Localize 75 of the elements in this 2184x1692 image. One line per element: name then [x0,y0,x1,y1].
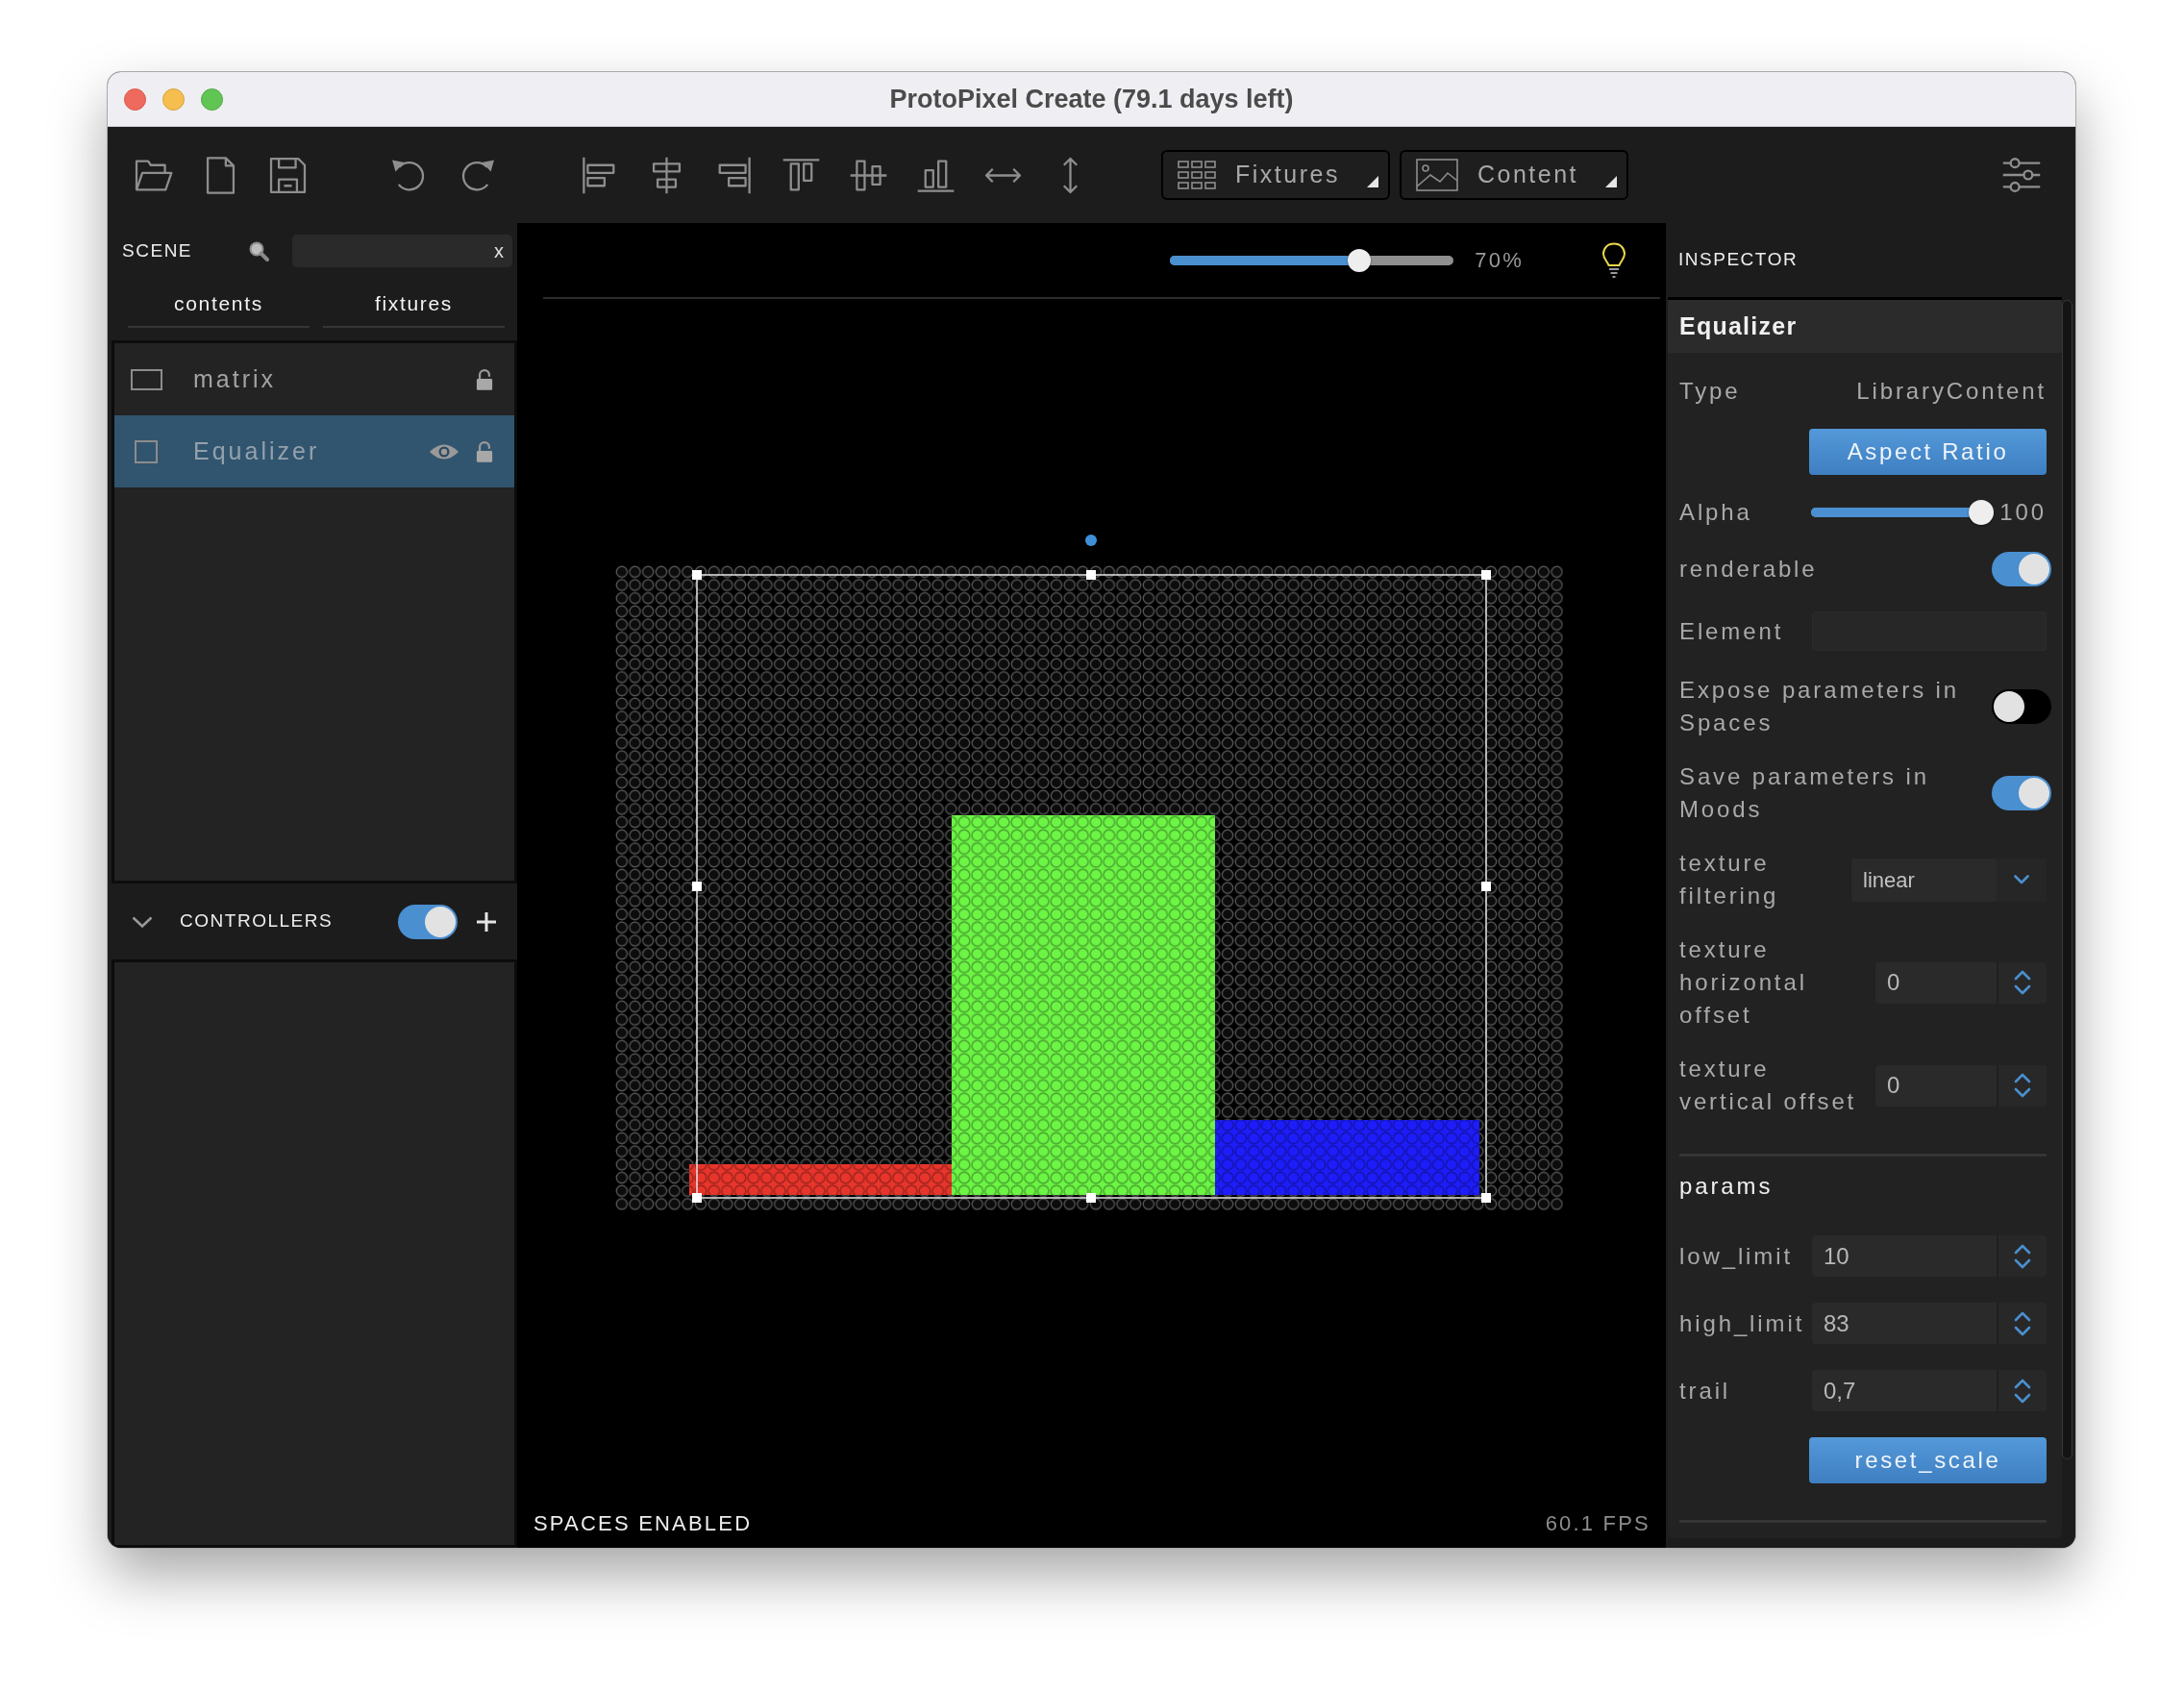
square-icon [135,439,158,463]
up-down-chevron-icon[interactable] [2014,1378,2031,1404]
property-label: texture horizontal offset [1679,935,1808,1030]
layer-name: matrix [193,363,277,394]
image-icon [1416,159,1458,191]
property-label: low_limit [1679,1241,1794,1271]
grid-icon [1178,161,1216,189]
slider-value: 100 [1999,498,2047,527]
number-field[interactable]: 0,7 [1812,1370,2047,1411]
property-label: Element [1679,616,1785,646]
panel-title: SCENE [122,238,193,262]
search-icon [248,240,270,261]
toggle-switch[interactable] [1992,776,2051,810]
number-field[interactable]: 0 [1875,961,2047,1004]
layer-row[interactable]: matrix [114,343,514,415]
toggle-switch[interactable] [1992,552,2051,586]
fps-counter: 60.1 FPS [1545,1509,1650,1537]
property-label: texture vertical offset [1679,1055,1858,1116]
property-label: trail [1679,1376,1732,1406]
number-field[interactable]: 83 [1812,1303,2047,1344]
property-label: Alpha [1679,498,1753,527]
resize-handle[interactable] [1086,570,1096,580]
section-title: CONTROLLERS [180,909,334,933]
number-field[interactable]: 0 [1875,1064,2047,1107]
up-down-chevron-icon[interactable] [2014,1073,2031,1098]
chevron-down-icon[interactable] [132,915,153,928]
toggle-switch[interactable] [398,904,458,939]
property-label: Save parameters in Moods [1679,762,1930,824]
rotation-handle[interactable] [1085,535,1097,546]
section-title: params [1679,1172,1774,1201]
property-label: Expose parameters in Spaces [1679,676,1961,737]
up-down-chevron-icon[interactable] [2014,1310,2031,1336]
dropdown-button[interactable]: Content [1400,150,1628,200]
zoom-slider[interactable] [1170,248,1454,272]
lightbulb-icon[interactable] [1601,241,1626,279]
close-button[interactable] [124,87,146,111]
rectangle-icon [130,368,162,390]
window-title: ProtoPixel Create (79.1 days left) [889,83,1294,115]
resize-handle[interactable] [1481,570,1491,580]
resize-handle[interactable] [1481,1193,1491,1203]
dropdown-button[interactable]: Fixtures [1161,150,1390,200]
panel-title: INSPECTOR [1678,248,1799,272]
search-field[interactable]: x [292,235,513,267]
object-title: Equalizer [1679,311,1798,341]
corner-triangle-icon [1367,176,1378,187]
toggle-switch[interactable] [1992,689,2051,724]
plus-icon[interactable] [477,911,496,932]
tab[interactable]: fixtures [323,281,505,328]
dropdown[interactable]: linear [1851,858,2047,902]
layer-name: Equalizer [193,435,320,466]
scrollbar-thumb[interactable] [2062,300,2072,1459]
chevron-down-icon[interactable] [2014,875,2029,884]
property-label: Type [1679,377,1741,406]
tab[interactable]: contents [128,281,310,328]
number-field[interactable]: 10 [1812,1235,2047,1277]
up-down-chevron-icon[interactable] [2014,970,2031,995]
zoom-value: 70% [1475,247,1524,274]
resize-handle[interactable] [692,1193,702,1203]
property-label: high_limit [1679,1308,1806,1338]
property-label: renderable [1679,555,1819,584]
resize-handle[interactable] [692,882,702,891]
clear-button[interactable]: x [494,236,505,265]
alpha-slider[interactable] [1811,500,1995,525]
up-down-chevron-icon[interactable] [2014,1243,2031,1269]
resize-handle[interactable] [692,570,702,580]
slider-thumb[interactable] [1347,248,1371,272]
corner-triangle-icon [1605,176,1617,187]
lock-icon[interactable] [476,367,493,391]
resize-handle[interactable] [1481,882,1491,891]
property-value: LibraryContent [1856,377,2047,406]
property-label: texture filtering [1679,849,1780,910]
slider-thumb[interactable] [1969,500,1995,525]
lock-icon[interactable] [476,439,493,463]
resize-handle[interactable] [1086,1193,1096,1203]
status-text: SPACES ENABLED [534,1509,753,1537]
